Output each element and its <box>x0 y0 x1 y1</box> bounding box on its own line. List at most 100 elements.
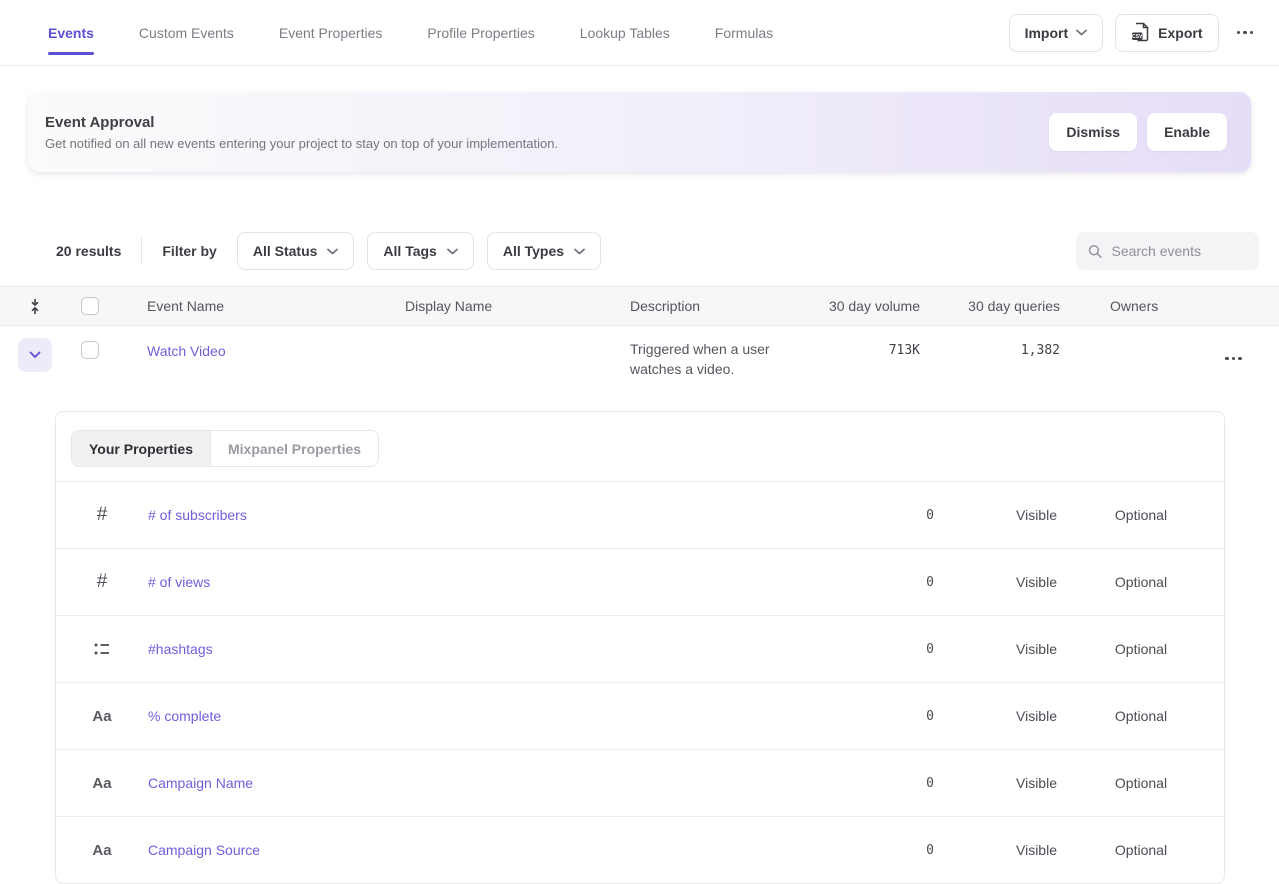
tab-lookup-tables[interactable]: Lookup Tables <box>580 17 670 49</box>
active-tab-underline <box>48 52 94 55</box>
tab-your-properties[interactable]: Your Properties <box>72 431 210 466</box>
export-button[interactable]: CSV Export <box>1115 14 1218 52</box>
nav-more-options-button[interactable] <box>1231 31 1260 35</box>
import-label: Import <box>1025 25 1069 41</box>
property-row: #hashtags 0 Visible Optional <box>56 615 1224 682</box>
tab-label: Event Properties <box>279 25 383 41</box>
table-header: Event Name Display Name Description 30 d… <box>0 286 1279 326</box>
header-30-day-volume: 30 day volume <box>820 298 920 314</box>
row-more-options-button[interactable] <box>1219 357 1248 361</box>
svg-text:CSV: CSV <box>1132 34 1143 40</box>
event-description: Triggered when a user watches a video. <box>630 326 820 379</box>
event-30-day-queries: 1,382 <box>920 326 1060 358</box>
text-icon: Aa <box>92 842 111 859</box>
text-icon: Aa <box>92 775 111 792</box>
select-all-checkbox[interactable] <box>81 297 99 315</box>
property-visibility: Visible <box>989 775 1084 791</box>
property-name-link[interactable]: Campaign Source <box>148 842 874 858</box>
tab-profile-properties[interactable]: Profile Properties <box>427 17 534 49</box>
property-visibility: Visible <box>989 574 1084 590</box>
collapse-row-button[interactable] <box>18 338 52 372</box>
property-count: 0 <box>874 709 934 724</box>
property-row: Aa % complete 0 Visible Optional <box>56 682 1224 749</box>
properties-tab-group: Your Properties Mixpanel Properties <box>71 430 379 467</box>
status-filter-value: All Status <box>253 243 318 259</box>
divider <box>141 238 142 264</box>
search-box <box>1076 232 1259 270</box>
results-count: 20 results <box>56 243 121 259</box>
enable-button[interactable]: Enable <box>1147 113 1227 151</box>
banner-title: Event Approval <box>45 114 558 131</box>
property-requirement: Optional <box>1086 775 1196 791</box>
csv-file-icon: CSV <box>1131 22 1150 43</box>
export-label: Export <box>1158 25 1202 41</box>
dismiss-button[interactable]: Dismiss <box>1049 113 1137 151</box>
header-30-day-queries: 30 day queries <box>920 298 1060 314</box>
property-count: 0 <box>874 575 934 590</box>
event-name-link[interactable]: Watch Video <box>147 326 405 359</box>
property-requirement: Optional <box>1086 641 1196 657</box>
tab-label: Custom Events <box>139 25 234 41</box>
property-visibility: Visible <box>989 641 1084 657</box>
property-name-link[interactable]: % complete <box>148 708 874 724</box>
tab-event-properties[interactable]: Event Properties <box>279 17 383 49</box>
property-count: 0 <box>874 642 934 657</box>
header-description: Description <box>630 298 820 314</box>
chevron-down-icon <box>29 351 41 359</box>
event-properties-panel: Your Properties Mixpanel Properties # # … <box>55 411 1225 884</box>
search-icon <box>1088 243 1102 260</box>
chevron-down-icon <box>327 248 338 255</box>
property-requirement: Optional <box>1086 708 1196 724</box>
number-icon: # <box>97 504 108 526</box>
chevron-down-icon <box>1076 29 1087 36</box>
header-display-name: Display Name <box>405 298 630 314</box>
tags-filter-value: All Tags <box>383 243 436 259</box>
text-icon: Aa <box>92 708 111 725</box>
event-approval-banner: Event Approval Get notified on all new e… <box>28 92 1251 172</box>
more-options-icon <box>1237 31 1254 35</box>
property-row: # # of views 0 Visible Optional <box>56 548 1224 615</box>
property-name-link[interactable]: Campaign Name <box>148 775 874 791</box>
row-checkbox[interactable] <box>81 341 99 359</box>
table-row: Watch Video Triggered when a user watche… <box>0 326 1279 396</box>
tab-label: Lookup Tables <box>580 25 670 41</box>
tab-events[interactable]: Events <box>48 17 94 49</box>
property-row: Aa Campaign Name 0 Visible Optional <box>56 749 1224 816</box>
tab-label: Formulas <box>715 25 773 41</box>
event-30-day-volume: 713K <box>820 326 920 358</box>
header-owners: Owners <box>1060 298 1180 314</box>
tab-mixpanel-properties[interactable]: Mixpanel Properties <box>210 431 378 466</box>
property-name-link[interactable]: # of subscribers <box>148 507 874 523</box>
property-requirement: Optional <box>1086 574 1196 590</box>
property-row: Aa Campaign Source 0 Visible Optional <box>56 816 1224 883</box>
import-button[interactable]: Import <box>1009 14 1104 52</box>
collapse-all-icon[interactable] <box>28 298 42 315</box>
number-icon: # <box>97 571 108 593</box>
property-name-link[interactable]: # of views <box>148 574 874 590</box>
filter-by-label: Filter by <box>162 243 216 259</box>
nav-tabs: Events Custom Events Event Properties Pr… <box>48 17 773 49</box>
tab-formulas[interactable]: Formulas <box>715 17 773 49</box>
types-filter-dropdown[interactable]: All Types <box>487 232 601 270</box>
more-options-icon <box>1225 357 1242 361</box>
chevron-down-icon <box>447 248 458 255</box>
status-filter-dropdown[interactable]: All Status <box>237 232 355 270</box>
tab-custom-events[interactable]: Custom Events <box>139 17 234 49</box>
property-visibility: Visible <box>989 708 1084 724</box>
property-visibility: Visible <box>989 842 1084 858</box>
tags-filter-dropdown[interactable]: All Tags <box>367 232 473 270</box>
property-visibility: Visible <box>989 507 1084 523</box>
header-event-name: Event Name <box>147 298 405 314</box>
tab-label: Profile Properties <box>427 25 534 41</box>
banner-description: Get notified on all new events entering … <box>45 136 558 151</box>
property-count: 0 <box>874 843 934 858</box>
tab-label: Events <box>48 25 94 41</box>
list-icon <box>94 642 110 656</box>
chevron-down-icon <box>574 248 585 255</box>
property-requirement: Optional <box>1086 842 1196 858</box>
filter-bar: 20 results Filter by All Status All Tags… <box>56 232 1259 270</box>
property-name-link[interactable]: #hashtags <box>148 641 874 657</box>
search-input[interactable] <box>1111 243 1247 259</box>
property-row: # # of subscribers 0 Visible Optional <box>56 481 1224 548</box>
property-requirement: Optional <box>1086 507 1196 523</box>
